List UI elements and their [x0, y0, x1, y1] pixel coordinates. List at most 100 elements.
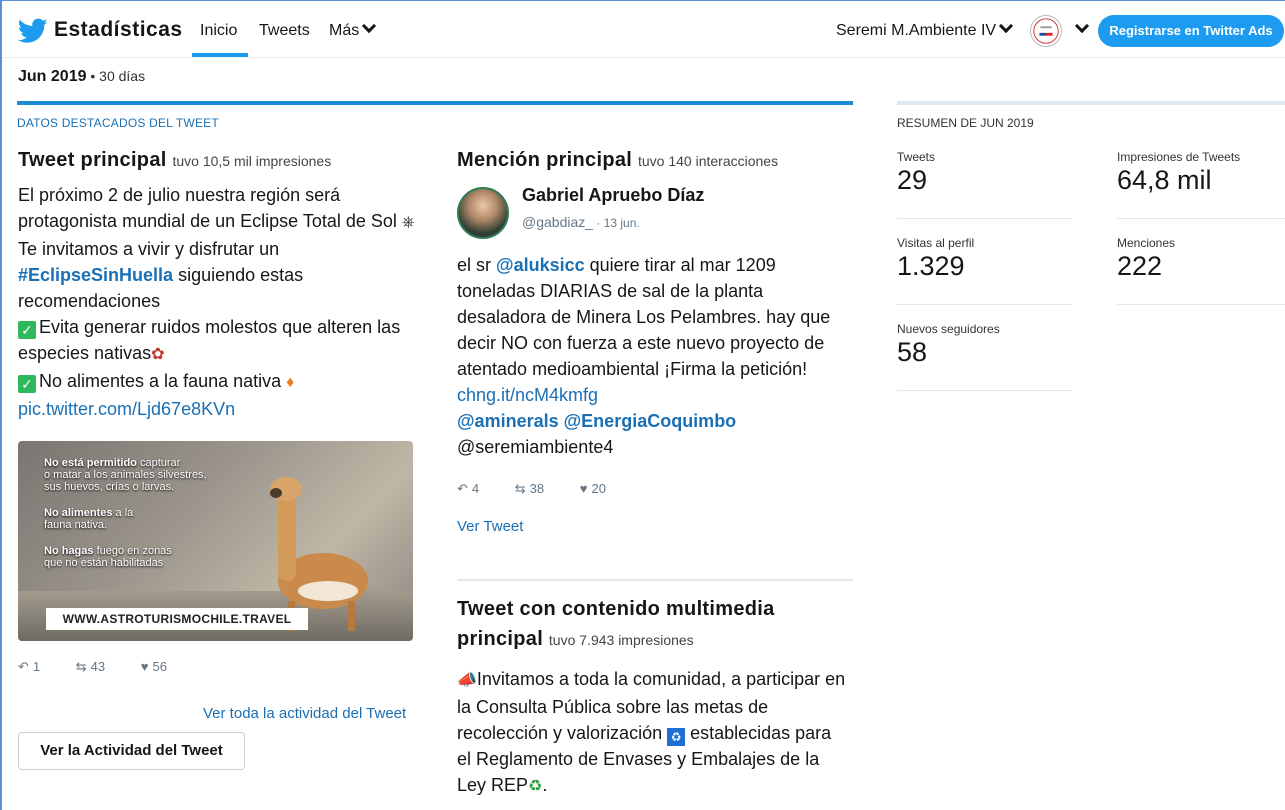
media-text-bold: No alimentes	[44, 507, 113, 519]
heart-icon: ♥	[579, 481, 588, 496]
media-text: a la	[112, 507, 134, 519]
twitter-bird-icon[interactable]	[18, 18, 48, 44]
tweet-text-part: .	[542, 775, 548, 795]
see-all-activity-link[interactable]: Ver toda la actividad del Tweet	[203, 705, 406, 722]
summary-value: 64,8 mil	[1117, 165, 1212, 195]
reply-count: 4	[471, 481, 480, 496]
megaphone-icon: 📣	[457, 672, 477, 689]
top-tweet-card: Tweet principal tuvo 10,5 mil impresione…	[18, 145, 418, 422]
media-url-banner: WWW.ASTROTURISMOCHILE.TRAVEL	[46, 608, 308, 630]
guanaco-illustration	[270, 477, 368, 631]
retweet-icon: ⇆	[75, 659, 87, 674]
avatar[interactable]	[1030, 15, 1062, 47]
petition-link[interactable]: chng.it/ncM4kmfg	[457, 385, 598, 405]
recycle-icon: ♻	[528, 778, 543, 795]
tweet-text-part: No alimentes a la fauna nativa	[39, 371, 287, 391]
avatar-menu-toggle[interactable]	[1072, 18, 1090, 40]
view-tweet-activity-button[interactable]: Ver la Actividad del Tweet	[18, 732, 245, 770]
top-tweet-text: El próximo 2 de julio nuestra región ser…	[18, 182, 418, 422]
like-stat[interactable]: ♥ 20	[580, 481, 622, 496]
reply-stat[interactable]: ↶ 4	[457, 481, 495, 496]
top-mention-heading: Mención principal tuvo 140 interacciones	[457, 145, 857, 176]
tweet-text-part: @seremiambiente4	[457, 437, 614, 457]
retweet-stat[interactable]: ⇆ 38	[515, 481, 560, 496]
retweet-stat[interactable]: ⇆ 43	[76, 659, 121, 674]
nav-inicio[interactable]: Inicio	[200, 22, 237, 40]
heart-icon: ♥	[140, 659, 149, 674]
pic-link[interactable]: pic.twitter.com/Ljd67e8KVn	[18, 399, 235, 419]
summary-divider	[897, 101, 1285, 105]
mention-date[interactable]: · 13 jun.	[593, 216, 639, 230]
hashtag-link[interactable]: #EclipseSinHuella	[18, 265, 173, 285]
summary-label: Nuevos seguidores	[897, 322, 1000, 336]
summary-impressions: Impresiones de Tweets 64,8 mil	[1117, 150, 1240, 196]
seremi-logo-icon	[1033, 18, 1059, 44]
summary-new-followers: Nuevos seguidores 58	[897, 322, 1000, 368]
handle-text[interactable]: @gabdiaz_	[522, 214, 593, 230]
top-navigation: Estadísticas Inicio Tweets Más Seremi M.…	[2, 0, 1285, 58]
top-mention-title: Mención principal	[457, 149, 633, 171]
tweet-media-image[interactable]: No está permitido capturar o matar a los…	[18, 441, 413, 641]
tweet-text-part: Te invitamos a vivir y disfrutar un	[18, 239, 280, 259]
summary-separator	[897, 390, 1072, 391]
mention-author-name[interactable]: Gabriel Apruebo Díaz	[522, 185, 704, 206]
register-twitter-ads-button[interactable]: Registrarse en Twitter Ads	[1098, 15, 1284, 47]
top-tweet-title: Tweet principal	[18, 149, 167, 171]
mention-link[interactable]: @aluksicc	[496, 255, 585, 275]
highlights-title: DATOS DESTACADOS DEL TWEET	[17, 116, 219, 130]
top-tweet-meta: tuvo 10,5 mil impresiones	[172, 153, 332, 169]
brand-title[interactable]: Estadísticas	[54, 18, 183, 42]
period-header: Jun 2019 • 30 días	[18, 68, 145, 86]
nav-more-label: Más	[329, 22, 360, 39]
media-text-block-2: No alimentes a la fauna nativa.	[44, 507, 133, 531]
media-text-bold: No hagas	[44, 545, 94, 557]
summary-separator	[897, 304, 1072, 305]
nav-tweets[interactable]: Tweets	[259, 22, 310, 40]
media-text-bold: No está permitido	[44, 457, 137, 469]
summary-title: RESUMEN DE JUN 2019	[897, 116, 1034, 130]
media-text: que no están habilitadas	[44, 557, 164, 569]
tweet-text-part: Evita generar ruidos molestos que altere…	[18, 317, 401, 363]
mention-text: el sr @aluksicc quiere tirar al mar 1209…	[457, 252, 847, 460]
summary-value: 58	[897, 337, 928, 367]
summary-value: 29	[897, 165, 928, 195]
summary-separator	[1117, 304, 1285, 305]
summary-value: 1.329	[897, 251, 965, 281]
summary-mentions: Menciones 222	[1117, 236, 1175, 282]
retweet-count: 38	[529, 481, 545, 496]
parrot-icon: ✿	[151, 346, 165, 363]
fox-icon: ♦	[286, 374, 295, 391]
summary-label: Impresiones de Tweets	[1117, 150, 1241, 164]
media-text: o matar a los animales silvestres,	[44, 469, 207, 481]
media-text: fuego en zonas	[93, 545, 172, 557]
mention-author-handle: @gabdiaz_ · 13 jun.	[522, 214, 640, 230]
check-mark-icon: ✓	[18, 321, 36, 339]
reply-icon: ↶	[18, 659, 29, 674]
tweet-text-part: el sr	[457, 255, 497, 275]
like-stat[interactable]: ♥ 56	[141, 659, 183, 674]
see-tweet-link[interactable]: Ver Tweet	[457, 518, 523, 535]
media-text-block-3: No hagas fuego en zonas que no están hab…	[44, 545, 172, 569]
summary-label: Visitas al perfil	[897, 236, 975, 250]
check-mark-icon: ✓	[18, 375, 36, 393]
top-media-title-line2: principal	[457, 628, 544, 650]
summary-profile-visits: Visitas al perfil 1.329	[897, 236, 974, 282]
top-mention-card: Mención principal tuvo 140 interacciones	[457, 145, 857, 176]
avatar[interactable]	[457, 187, 509, 239]
retweet-count: 43	[90, 659, 106, 674]
nav-more-menu[interactable]: Más	[329, 18, 377, 40]
mention-link[interactable]: @aminerals	[457, 411, 559, 431]
mention-stats: ↶ 4 ⇆ 38 ♥ 20	[457, 481, 638, 497]
active-tab-indicator	[192, 53, 248, 57]
reply-stat[interactable]: ↶ 1	[18, 659, 56, 674]
summary-label: Menciones	[1117, 236, 1176, 250]
account-switcher[interactable]: Seremi M.Ambiente IV	[836, 18, 1014, 40]
chevron-down-icon	[998, 18, 1014, 34]
recycle-bin-icon: ♻	[667, 728, 686, 746]
top-tweet-heading: Tweet principal tuvo 10,5 mil impresione…	[18, 145, 418, 176]
account-name: Seremi M.Ambiente IV	[836, 22, 997, 39]
mention-link[interactable]: @EnergiaCoquimbo	[564, 411, 737, 431]
chevron-down-icon	[362, 18, 377, 34]
top-media-heading: Tweet con contenido multimedia principal…	[457, 594, 857, 655]
tweet-text-part: El próximo 2 de julio nuestra región ser…	[18, 185, 402, 231]
